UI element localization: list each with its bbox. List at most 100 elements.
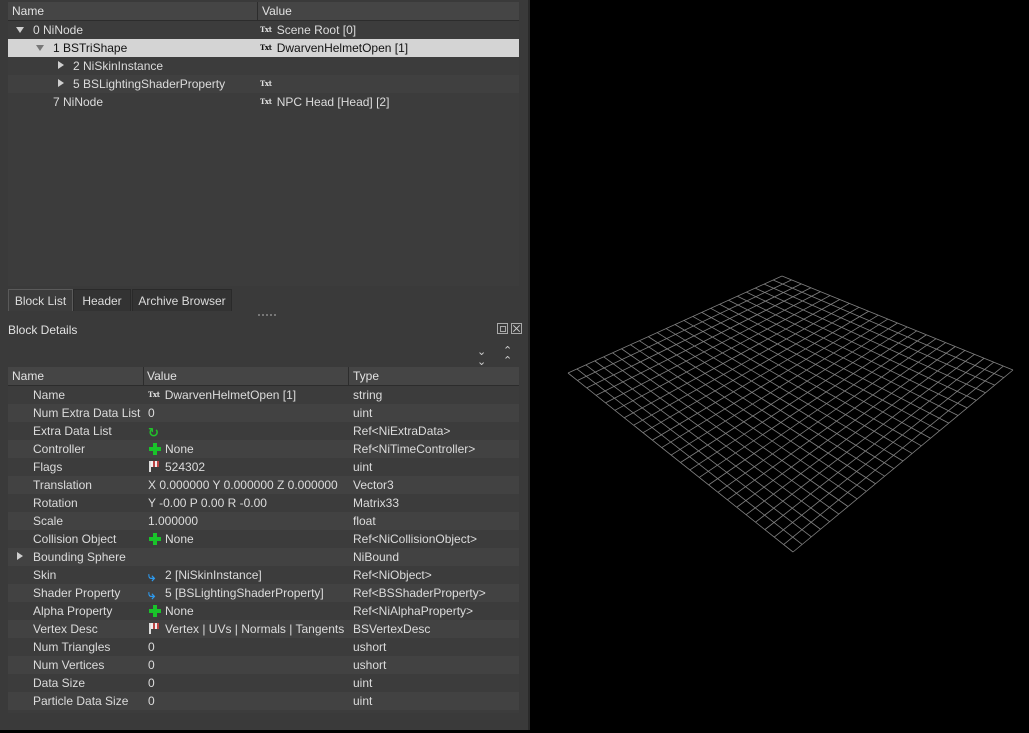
field-value[interactable]: 0 bbox=[148, 694, 155, 708]
field-name: Flags bbox=[33, 460, 63, 474]
field-value[interactable]: Txt DwarvenHelmetOpen [1] bbox=[148, 388, 296, 402]
field-name: Particle Data Size bbox=[33, 694, 129, 708]
field-value[interactable]: ⤷ 5 [BSLightingShaderProperty] bbox=[148, 586, 324, 602]
tree-row-value: DwarvenHelmetOpen [1] bbox=[276, 41, 409, 55]
field-value-text: None bbox=[165, 442, 194, 456]
details-col-name[interactable]: Name bbox=[12, 369, 44, 383]
details-row[interactable]: Num Vertices 0 ushort bbox=[8, 656, 519, 674]
tab-block-list[interactable]: Block List bbox=[8, 289, 73, 311]
tab-archive-browser[interactable]: Archive Browser bbox=[132, 289, 232, 311]
render-viewport[interactable] bbox=[531, 0, 1029, 730]
flags-icon bbox=[148, 460, 162, 473]
field-type: float bbox=[353, 514, 376, 528]
field-value-text: Y -0.00 P 0.00 R -0.00 bbox=[148, 496, 267, 510]
field-value[interactable]: 524302 bbox=[148, 460, 205, 474]
field-name: Data Size bbox=[33, 676, 86, 690]
tree-row-node-0[interactable]: 0 NiNode Txt Scene Root [0] bbox=[8, 21, 519, 39]
block-details-title: Block Details bbox=[8, 323, 78, 337]
field-name: Shader Property bbox=[33, 586, 121, 600]
field-name: Extra Data List bbox=[33, 424, 112, 438]
expand-arrow-icon[interactable] bbox=[58, 61, 64, 69]
details-row[interactable]: Vertex Desc Vertex | UVs | Normals | Tang… bbox=[8, 620, 519, 638]
txt-icon: Txt bbox=[260, 43, 272, 52]
close-dock-icon[interactable] bbox=[511, 323, 522, 334]
collapse-all-icon[interactable]: ⌄ ⌄ bbox=[477, 347, 486, 368]
details-row[interactable]: Rotation Y -0.00 P 0.00 R -0.00 Matrix33 bbox=[8, 494, 519, 512]
details-row[interactable]: Skin ⤷ 2 [NiSkinInstance] Ref<NiObject> bbox=[8, 566, 519, 584]
field-type: Vector3 bbox=[353, 478, 394, 492]
details-row[interactable]: Controller None Ref<NiTimeController> bbox=[8, 440, 519, 458]
block-tree[interactable]: Name Value 0 NiNode Txt Scene Root [0] 1 … bbox=[8, 2, 519, 286]
field-name: Translation bbox=[33, 478, 92, 492]
tree-row-name: 2 NiSkinInstance bbox=[73, 59, 164, 73]
field-type: ushort bbox=[353, 658, 387, 672]
details-row[interactable]: Extra Data List ↻ Ref<NiExtraData> bbox=[8, 422, 519, 440]
add-icon bbox=[148, 604, 162, 617]
details-col-type[interactable]: Type bbox=[353, 369, 379, 383]
details-row[interactable]: Shader Property ⤷ 5 [BSLightingShaderPrope… bbox=[8, 584, 519, 602]
tree-col-name[interactable]: Name bbox=[12, 4, 44, 18]
txt-icon: Txt bbox=[260, 79, 272, 88]
field-value-text: 2 [NiSkinInstance] bbox=[165, 568, 262, 582]
tab-header[interactable]: Header bbox=[73, 289, 131, 311]
details-col-value[interactable]: Value bbox=[147, 369, 177, 383]
panel-splitter[interactable] bbox=[528, 0, 530, 730]
field-value[interactable]: X 0.000000 Y 0.000000 Z 0.000000 bbox=[148, 478, 338, 492]
float-dock-icon[interactable] bbox=[497, 323, 508, 334]
details-row[interactable]: Translation X 0.000000 Y 0.000000 Z 0.000… bbox=[8, 476, 519, 494]
field-value[interactable]: 0 bbox=[148, 640, 155, 654]
field-value[interactable]: 0 bbox=[148, 406, 155, 420]
tree-row-node-7[interactable]: 7 NiNode Txt NPC Head [Head] [2] bbox=[8, 93, 519, 111]
field-type: uint bbox=[353, 406, 373, 420]
details-row[interactable]: Num Extra Data List 0 uint bbox=[8, 404, 519, 422]
field-type: uint bbox=[353, 694, 373, 708]
field-value[interactable]: None bbox=[148, 442, 194, 456]
tree-row-node-1[interactable]: 1 BSTriShape Txt DwarvenHelmetOpen [1] bbox=[8, 39, 519, 57]
field-value-text: None bbox=[165, 604, 194, 618]
field-name: Num Triangles bbox=[33, 640, 111, 654]
field-type: NiBound bbox=[353, 550, 400, 564]
field-value[interactable]: Vertex | UVs | Normals | Tangents bbox=[148, 622, 344, 636]
field-type: Matrix33 bbox=[353, 496, 400, 510]
field-value[interactable]: 0 bbox=[148, 676, 155, 690]
txt-icon: Txt bbox=[260, 25, 272, 34]
tree-col-value[interactable]: Value bbox=[262, 4, 292, 18]
collapse-arrow-icon[interactable] bbox=[36, 45, 44, 51]
dock-resize-grip[interactable] bbox=[258, 314, 276, 318]
tree-row-node-5[interactable]: 5 BSLightingShaderProperty Txt bbox=[8, 75, 519, 93]
details-row[interactable]: Data Size 0 uint bbox=[8, 674, 519, 692]
field-name: Bounding Sphere bbox=[33, 550, 126, 564]
field-value[interactable]: 0 bbox=[148, 658, 155, 672]
field-value-text: 0 bbox=[148, 658, 155, 672]
field-value[interactable]: ↻ bbox=[148, 424, 165, 440]
field-value[interactable]: 1.000000 bbox=[148, 514, 198, 528]
block-details-table[interactable]: Name Value Type Name Txt DwarvenHelmetOpen… bbox=[8, 367, 519, 713]
field-name: Controller bbox=[33, 442, 86, 456]
expand-all-icon[interactable]: ⌃ ⌃ bbox=[503, 346, 512, 367]
field-value[interactable]: Y -0.00 P 0.00 R -0.00 bbox=[148, 496, 267, 510]
tree-row-name: 0 NiNode bbox=[33, 23, 84, 37]
link-icon: ⤷ bbox=[148, 569, 156, 584]
tree-row-node-2[interactable]: 2 NiSkinInstance bbox=[8, 57, 519, 75]
field-value-text: 1.000000 bbox=[148, 514, 199, 528]
details-row[interactable]: Particle Data Size 0 uint bbox=[8, 692, 519, 710]
details-row[interactable]: Flags 524302 uint bbox=[8, 458, 519, 476]
expand-arrow-icon[interactable] bbox=[58, 79, 64, 87]
field-type: Ref<NiObject> bbox=[353, 568, 432, 582]
tree-row-name: 5 BSLightingShaderProperty bbox=[73, 77, 226, 91]
details-row[interactable]: Collision Object None Ref<NiCollisionObjec… bbox=[8, 530, 519, 548]
add-icon bbox=[148, 442, 162, 455]
tree-row-value: NPC Head [Head] [2] bbox=[276, 95, 390, 109]
field-value-text: None bbox=[165, 532, 194, 546]
details-row[interactable]: Alpha Property None Ref<NiAlphaProperty> bbox=[8, 602, 519, 620]
tree-row-name: 7 NiNode bbox=[53, 95, 104, 109]
field-value[interactable]: ⤷ 2 [NiSkinInstance] bbox=[148, 568, 262, 584]
details-row[interactable]: Num Triangles 0 ushort bbox=[8, 638, 519, 656]
field-value[interactable]: None bbox=[148, 532, 194, 546]
collapse-arrow-icon[interactable] bbox=[16, 27, 24, 33]
details-row[interactable]: Bounding Sphere NiBound bbox=[8, 548, 519, 566]
field-value[interactable]: None bbox=[148, 604, 194, 618]
expand-arrow-icon[interactable] bbox=[17, 552, 23, 560]
details-row[interactable]: Scale 1.000000 float bbox=[8, 512, 519, 530]
details-row[interactable]: Name Txt DwarvenHelmetOpen [1] string bbox=[8, 386, 519, 404]
